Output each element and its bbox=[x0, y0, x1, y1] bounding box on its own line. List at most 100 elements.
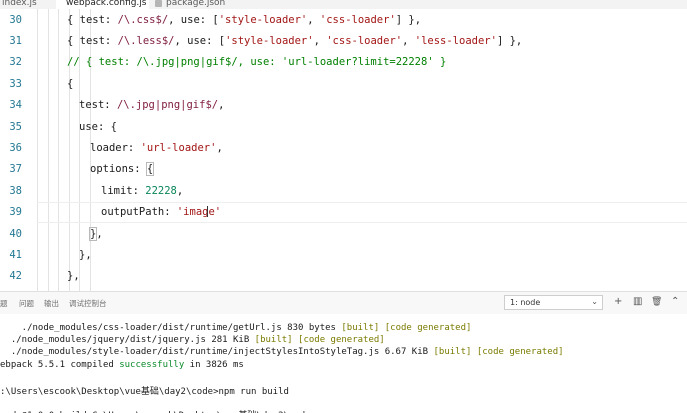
code-token: options: bbox=[90, 163, 147, 176]
tab-terminal[interactable]: 题 bbox=[0, 298, 8, 309]
code-editor[interactable]: 30{ test: /\.css$/, use: ['style-loader'… bbox=[0, 9, 687, 291]
code-line: 40}, bbox=[0, 223, 687, 244]
code-text: loader: 'url-loader', bbox=[90, 142, 223, 154]
tab-label: index.js bbox=[2, 0, 37, 8]
code-token: // { test: /\.jpg|png|gif$/, use: 'url-l… bbox=[67, 56, 447, 69]
line-number: 39 bbox=[9, 206, 22, 219]
terminal-text: ./node_modules/style-loader/dist/runtime… bbox=[0, 347, 434, 358]
tab-output[interactable]: 输出 bbox=[44, 298, 59, 309]
code-token: 'image' bbox=[176, 206, 222, 219]
tab-webpack-config[interactable]: webpack.config.js × bbox=[56, 0, 162, 9]
code-token: , use: [ bbox=[168, 13, 219, 26]
tab-label: webpack.config.js bbox=[66, 0, 147, 8]
code-token: 'url-loader' bbox=[140, 142, 217, 155]
code-text: // { test: /\.jpg|png|gif$/, use: 'url-l… bbox=[67, 56, 446, 68]
code-text: options: { bbox=[90, 162, 155, 177]
terminal-select[interactable]: 1: node ⌄ bbox=[504, 295, 603, 310]
terminal-text: [code generated] bbox=[384, 323, 472, 333]
terminal-text: :\Users\escook\Desktop\vue基础\day2\code>n… bbox=[0, 387, 289, 397]
code-token: 'less-loader' bbox=[414, 35, 497, 48]
terminal-text: ebpack 5.5.1 compiled bbox=[0, 359, 120, 370]
terminal-text: successfully bbox=[119, 359, 185, 370]
code-token: }, bbox=[67, 270, 80, 283]
code-token: , bbox=[402, 35, 415, 48]
code-token: { bbox=[67, 77, 74, 90]
line-number: 42 bbox=[9, 270, 22, 283]
line-number: 34 bbox=[9, 99, 22, 112]
code-line: 34 test: /\.jpg|png|gif$/, bbox=[0, 95, 687, 116]
code-line: 30 { test: /\.css$/, use: ['style-loader'… bbox=[0, 9, 687, 30]
code-token: 'style-loader' bbox=[218, 13, 308, 26]
code-line: 36 loader: 'url-loader', bbox=[0, 137, 687, 158]
trash-icon[interactable]: 🗑 bbox=[651, 297, 662, 307]
tab-debug-console[interactable]: 调试控制台 bbox=[69, 298, 107, 309]
code-text: limit: 22228, bbox=[101, 185, 183, 197]
split-terminal-icon[interactable]: ▥ bbox=[633, 297, 642, 307]
code-text: { test: /\.css$/, use: ['style-loader', … bbox=[67, 14, 421, 26]
line-number: 36 bbox=[9, 142, 22, 155]
terminal-line: :\Users\escook\Desktop\vue基础\day2\code>n… bbox=[0, 384, 289, 397]
code-text: }, bbox=[79, 249, 92, 261]
terminal-text: [code generated] bbox=[298, 335, 385, 346]
code-token: , bbox=[216, 142, 223, 155]
code-token: /\.css$/ bbox=[117, 13, 169, 26]
tab-problems[interactable]: 问题 bbox=[19, 298, 34, 309]
code-token: use: { bbox=[79, 120, 117, 133]
add-terminal-icon[interactable]: + bbox=[614, 297, 622, 307]
code-token: /\.less$/ bbox=[117, 35, 175, 48]
code-token: test: bbox=[79, 99, 117, 112]
code-token: 'css-loader' bbox=[326, 35, 403, 48]
code-token: , bbox=[96, 227, 103, 240]
code-line: 42}, bbox=[0, 266, 687, 287]
code-line: 31 { test: /\.less$/, use: ['style-loader… bbox=[0, 30, 687, 51]
code-token: limit: bbox=[101, 184, 146, 197]
code-token: { test: bbox=[67, 13, 118, 26]
code-line: 39 outputPath: 'image' bbox=[0, 202, 687, 223]
code-token: , bbox=[218, 99, 225, 112]
code-token: { bbox=[145, 162, 155, 177]
terminal-text: [code generated] bbox=[476, 347, 564, 358]
code-line: 35 use: { bbox=[0, 116, 687, 137]
line-number: 41 bbox=[9, 249, 22, 262]
terminal[interactable]: ./node_modules/css-loader/dist/runtime/g… bbox=[0, 314, 687, 413]
json-file-icon bbox=[155, 0, 162, 7]
tab-package-json[interactable]: package.json bbox=[155, 0, 225, 9]
code-token: 22228 bbox=[145, 184, 177, 197]
terminal-line: code@1.0.0 build C:\Users\escook\Desktop… bbox=[0, 408, 311, 413]
line-number: 30 bbox=[9, 13, 22, 26]
code-text: test: /\.jpg|png|gif$/, bbox=[79, 99, 224, 111]
line-number: 38 bbox=[9, 184, 22, 197]
code-token: loader: bbox=[90, 142, 141, 155]
line-number: 35 bbox=[9, 120, 22, 133]
terminal-line: ./node_modules/css-loader/dist/runtime/g… bbox=[0, 323, 472, 333]
code-line: 37 options: { bbox=[0, 159, 687, 180]
code-text: }, bbox=[67, 270, 80, 282]
terminal-text: [built] bbox=[341, 323, 380, 333]
code-line: 32 // { test: /\.jpg|png|gif$/, use: 'url… bbox=[0, 52, 687, 73]
code-line: 33 { bbox=[0, 73, 687, 94]
code-token: ] }, bbox=[395, 13, 422, 26]
code-text: { bbox=[67, 78, 73, 90]
code-token: , use: [ bbox=[174, 35, 226, 48]
code-text: { test: /\.less$/, use: ['style-loader',… bbox=[67, 35, 522, 47]
code-token: }, bbox=[79, 249, 92, 262]
terminal-text: ./node_modules/jquery/dist/jquery.js 281… bbox=[0, 335, 255, 346]
maximize-panel-icon[interactable]: ⌃ bbox=[671, 297, 679, 307]
code-line: 38 limit: 22228, bbox=[0, 180, 687, 201]
code-token: , bbox=[313, 35, 327, 48]
terminal-line: ebpack 5.5.1 compiled successfully in 38… bbox=[0, 360, 244, 370]
code-line: 41}, bbox=[0, 244, 687, 265]
text-cursor-icon bbox=[207, 205, 208, 217]
chevron-down-icon: ⌄ bbox=[591, 297, 598, 306]
code-token: , bbox=[176, 184, 184, 197]
code-text: outputPath: 'image' bbox=[101, 206, 221, 218]
code-token: 'style-loader' bbox=[225, 35, 314, 48]
code-text: }, bbox=[88, 226, 103, 241]
tab-index-js[interactable]: index.js bbox=[2, 0, 37, 9]
code-token: outputPath: bbox=[101, 206, 177, 219]
code-token: 'css-loader' bbox=[319, 13, 396, 26]
tab-label: package.json bbox=[166, 0, 226, 8]
code-token: /\.jpg|png|gif$/ bbox=[116, 99, 219, 112]
terminal-line: ./node_modules/style-loader/dist/runtime… bbox=[0, 347, 564, 357]
code-token: { test: bbox=[67, 35, 118, 48]
